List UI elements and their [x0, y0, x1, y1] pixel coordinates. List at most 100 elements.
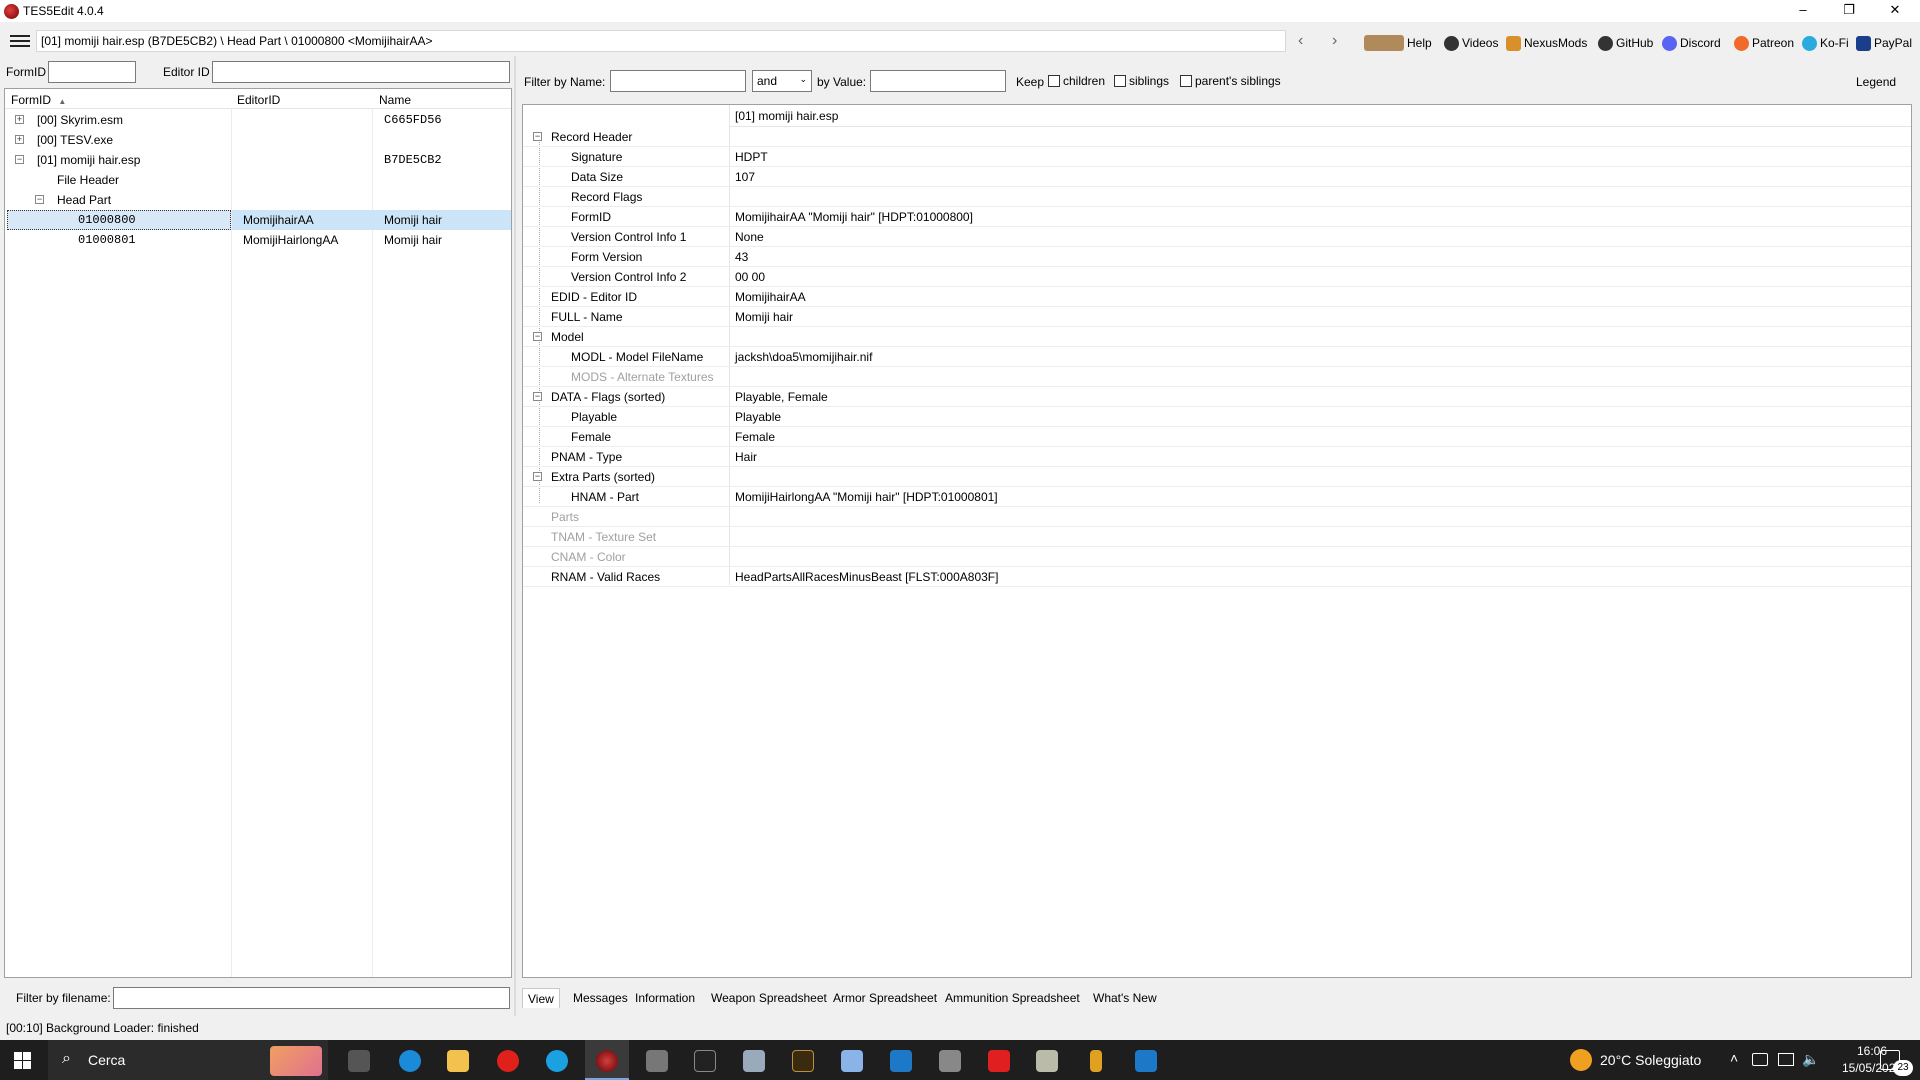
- app-icon-4[interactable]: [792, 1050, 814, 1072]
- keep-siblings-checkbox[interactable]: siblings: [1114, 74, 1169, 88]
- volume-icon[interactable]: 🔈: [1802, 1051, 1819, 1068]
- task-view-icon[interactable]: [348, 1050, 370, 1072]
- record-row[interactable]: Signature HDPT: [523, 147, 1911, 167]
- column-formid[interactable]: FormID ▲: [11, 93, 66, 107]
- filter-value-input[interactable]: [870, 70, 1006, 92]
- collapse-icon[interactable]: −: [533, 332, 542, 341]
- opera-icon[interactable]: [497, 1050, 519, 1072]
- formid-filter-input[interactable]: [48, 61, 136, 83]
- tab-weapon-spreadsheet[interactable]: Weapon Spreadsheet: [706, 988, 832, 1008]
- collapse-icon[interactable]: −: [533, 392, 542, 401]
- windows-start-icon[interactable]: [14, 1052, 31, 1069]
- record-view[interactable]: [01] momiji hair.esp − Record Header Sig…: [522, 104, 1912, 978]
- github-link[interactable]: GitHub: [1598, 34, 1653, 52]
- tab-whats-new[interactable]: What's New: [1088, 988, 1162, 1008]
- help-link[interactable]: Help: [1364, 34, 1432, 52]
- record-row[interactable]: FULL - Name Momiji hair: [523, 307, 1911, 327]
- collapse-icon[interactable]: −: [35, 195, 44, 204]
- record-row[interactable]: MODS - Alternate Textures: [523, 367, 1911, 387]
- expand-icon[interactable]: +: [15, 135, 24, 144]
- record-row[interactable]: TNAM - Texture Set: [523, 527, 1911, 547]
- record-row[interactable]: PNAM - Type Hair: [523, 447, 1911, 467]
- record-row[interactable]: − Model: [523, 327, 1911, 347]
- tree-row-selected[interactable]: 01000800 MomijihairAA Momiji hair: [5, 210, 511, 230]
- record-row[interactable]: Version Control Info 1 None: [523, 227, 1911, 247]
- keep-parents-siblings-checkbox[interactable]: parent's siblings: [1180, 74, 1281, 88]
- column-name[interactable]: Name: [379, 93, 411, 107]
- network-icon[interactable]: [1778, 1053, 1794, 1066]
- tab-armor-spreadsheet[interactable]: Armor Spreadsheet: [828, 988, 942, 1008]
- tree-row[interactable]: + [00] Skyrim.esm C665FD56: [5, 110, 511, 130]
- record-tree[interactable]: FormID ▲ EditorID Name + [00] Skyrim.esm…: [4, 88, 512, 978]
- tree-row[interactable]: 01000801 MomijiHairlongAA Momiji hair: [5, 230, 511, 250]
- record-row[interactable]: CNAM - Color: [523, 547, 1911, 567]
- record-row[interactable]: EDID - Editor ID MomijihairAA: [523, 287, 1911, 307]
- record-row[interactable]: Female Female: [523, 427, 1911, 447]
- kofi-link[interactable]: Ko-Fi: [1802, 34, 1849, 52]
- tab-messages[interactable]: Messages: [568, 988, 633, 1008]
- filter-name-input[interactable]: [610, 70, 746, 92]
- back-arrow-icon[interactable]: ‹: [1298, 32, 1303, 50]
- app-icon-6[interactable]: [890, 1050, 912, 1072]
- patreon-link[interactable]: Patreon: [1734, 34, 1794, 52]
- tab-view[interactable]: View: [522, 988, 560, 1008]
- weather-icon[interactable]: [1570, 1049, 1592, 1071]
- app-icon-1[interactable]: [646, 1050, 668, 1072]
- record-row[interactable]: Playable Playable: [523, 407, 1911, 427]
- minimize-button[interactable]: –: [1780, 0, 1826, 22]
- tray-icon[interactable]: [1752, 1053, 1768, 1066]
- collapse-icon[interactable]: −: [533, 132, 542, 141]
- record-row[interactable]: Record Flags: [523, 187, 1911, 207]
- discord-link[interactable]: Discord: [1662, 34, 1721, 52]
- app-icon-10[interactable]: [1090, 1050, 1102, 1072]
- app-icon-5[interactable]: [841, 1050, 863, 1072]
- record-row[interactable]: − Record Header: [523, 127, 1911, 147]
- record-row[interactable]: RNAM - Valid Races HeadPartsAllRacesMinu…: [523, 567, 1911, 587]
- tab-ammunition-spreadsheet[interactable]: Ammunition Spreadsheet: [940, 988, 1085, 1008]
- legend-button[interactable]: Legend: [1856, 75, 1896, 89]
- chevron-up-icon[interactable]: ˄: [1730, 1050, 1738, 1066]
- skype-icon[interactable]: [546, 1050, 568, 1072]
- collapse-icon[interactable]: −: [15, 155, 24, 164]
- collapse-icon[interactable]: −: [533, 472, 542, 481]
- record-row[interactable]: Form Version 43: [523, 247, 1911, 267]
- weather-text[interactable]: 20°C Soleggiato: [1600, 1052, 1701, 1068]
- nexusmods-link[interactable]: NexusMods: [1506, 34, 1587, 52]
- paypal-link[interactable]: PayPal: [1856, 34, 1912, 52]
- editorid-filter-input[interactable]: [212, 61, 510, 83]
- app-icon-3[interactable]: [743, 1050, 765, 1072]
- record-row[interactable]: Parts: [523, 507, 1911, 527]
- expand-icon[interactable]: +: [15, 115, 24, 124]
- tree-row[interactable]: − [01] momiji hair.esp B7DE5CB2: [5, 150, 511, 170]
- app-icon-2[interactable]: [694, 1050, 716, 1072]
- tree-row[interactable]: File Header: [5, 170, 511, 190]
- tes5edit-taskbar-button[interactable]: [585, 1040, 629, 1080]
- file-explorer-icon[interactable]: [447, 1050, 469, 1072]
- filter-filename-input[interactable]: [113, 987, 510, 1009]
- tab-information[interactable]: Information: [630, 988, 700, 1008]
- app-icon-7[interactable]: [939, 1050, 961, 1072]
- filter-operator-select[interactable]: and ⌄: [752, 70, 812, 92]
- app-icon-8[interactable]: [988, 1050, 1010, 1072]
- tree-row[interactable]: + [00] TESV.exe: [5, 130, 511, 150]
- maximize-button[interactable]: ❐: [1826, 0, 1872, 22]
- record-row[interactable]: Data Size 107: [523, 167, 1911, 187]
- keep-children-checkbox[interactable]: children: [1048, 74, 1105, 88]
- record-row[interactable]: − DATA - Flags (sorted) Playable, Female: [523, 387, 1911, 407]
- app-icon-9[interactable]: [1036, 1050, 1058, 1072]
- record-row[interactable]: − Extra Parts (sorted): [523, 467, 1911, 487]
- column-editorid[interactable]: EditorID: [237, 93, 280, 107]
- videos-link[interactable]: Videos: [1444, 34, 1498, 52]
- record-row[interactable]: MODL - Model FileName jacksh\doa5\momiji…: [523, 347, 1911, 367]
- edge-icon[interactable]: [399, 1050, 421, 1072]
- record-row[interactable]: FormID MomijihairAA "Momiji hair" [HDPT:…: [523, 207, 1911, 227]
- forward-arrow-icon[interactable]: ›: [1332, 32, 1337, 50]
- app-icon-11[interactable]: [1135, 1050, 1157, 1072]
- record-path-field[interactable]: [01] momiji hair.esp (B7DE5CB2) \ Head P…: [36, 30, 1286, 52]
- hamburger-menu-icon[interactable]: [8, 32, 32, 52]
- close-button[interactable]: ✕: [1872, 0, 1918, 22]
- record-row[interactable]: HNAM - Part MomijiHairlongAA "Momiji hai…: [523, 487, 1911, 507]
- record-row[interactable]: Version Control Info 2 00 00: [523, 267, 1911, 287]
- search-box[interactable]: ⌕ Cerca: [48, 1040, 328, 1080]
- tree-row[interactable]: − Head Part: [5, 190, 511, 210]
